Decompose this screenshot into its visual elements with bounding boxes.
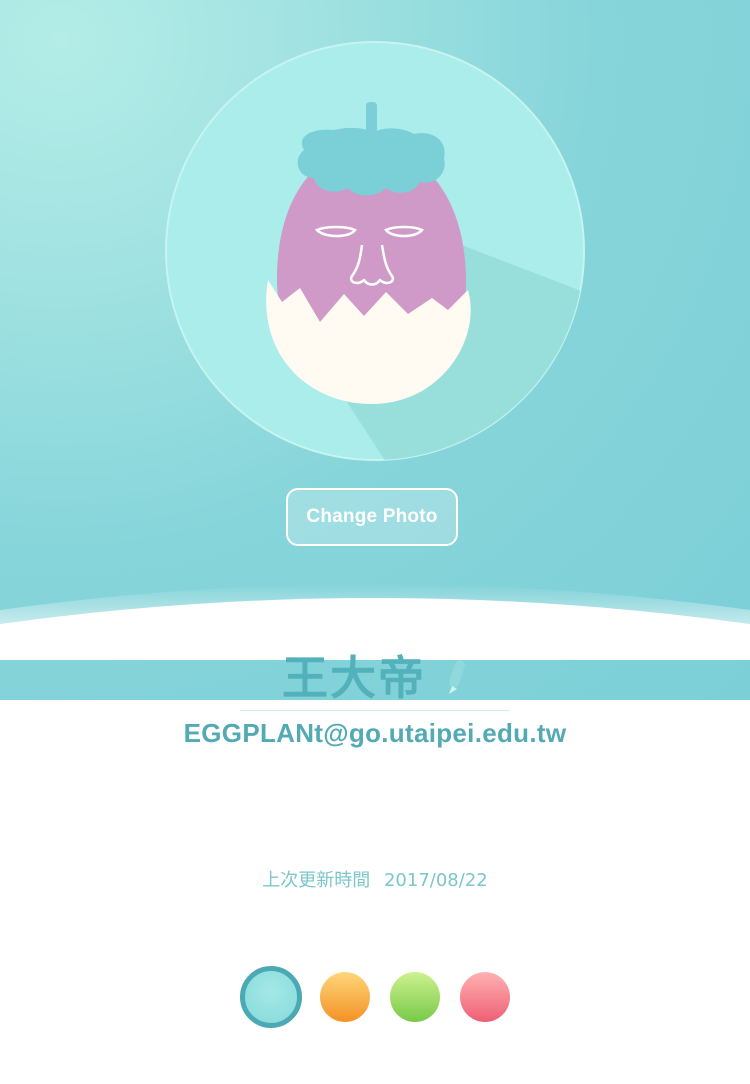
profile-name: 王大帝 [282, 651, 426, 705]
theme-swatch-orange[interactable] [320, 972, 370, 1022]
profile-name-row: 王大帝 [240, 640, 510, 711]
theme-swatch-green[interactable] [390, 972, 440, 1022]
eggplant-avatar-icon [165, 41, 585, 461]
theme-swatch-teal[interactable] [240, 966, 302, 1028]
pencil-icon[interactable] [444, 658, 468, 698]
last-updated-label: 上次更新時間 [262, 870, 371, 891]
avatar [164, 40, 586, 462]
theme-swatch-pink[interactable] [460, 972, 510, 1022]
last-updated-date: 2017/08/22 [383, 870, 488, 891]
last-updated: 上次更新時間 2017/08/22 [0, 866, 750, 892]
change-photo-button[interactable]: Change Photo [286, 488, 458, 546]
profile-page: Change Photo 王大帝 EGGPLANt@go.utaipei.edu… [0, 0, 750, 1084]
profile-email: EGGPLANt@go.utaipei.edu.tw [183, 718, 567, 748]
theme-color-picker [0, 966, 750, 1028]
